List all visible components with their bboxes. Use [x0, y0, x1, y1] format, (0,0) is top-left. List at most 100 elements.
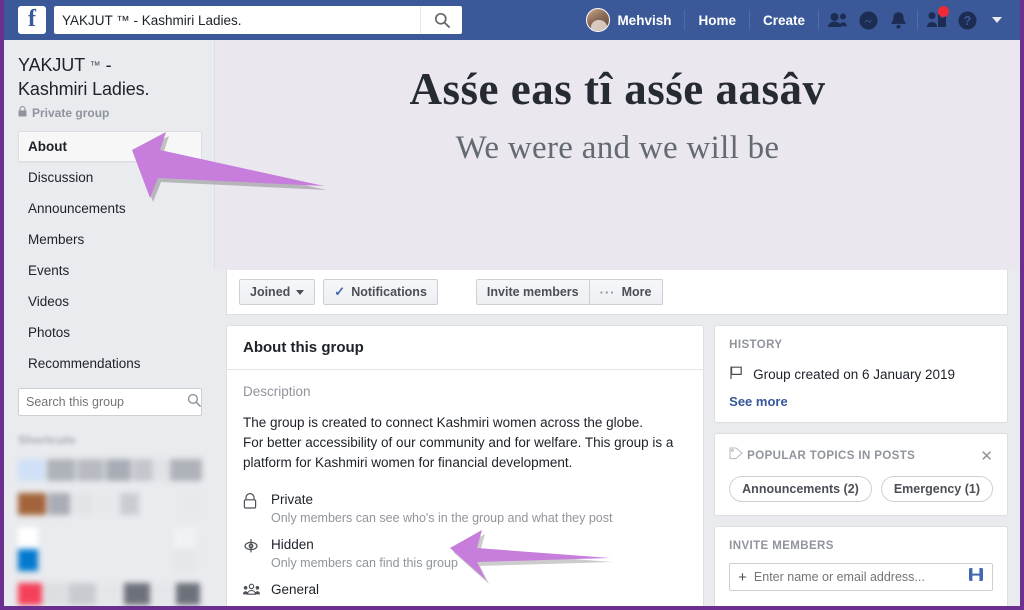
group-action-bar: Joined ✓ Notifications Invite members ··…	[226, 270, 1008, 315]
shortcuts-row	[18, 459, 202, 481]
profile-link[interactable]: Mehvish	[577, 6, 680, 34]
facebook-group-page: f Mehvish Home Create	[0, 0, 1024, 610]
search-icon[interactable]	[420, 6, 462, 34]
about-card-title: About this group	[227, 326, 704, 370]
group-created-row: Group created on 6 January 2019	[729, 365, 993, 383]
invite-members-label: Invite members	[486, 285, 579, 299]
see-more-link[interactable]: See more	[729, 394, 993, 409]
cover-subheadline: We were and we will be	[455, 130, 780, 166]
sidebar-item-photos[interactable]: Photos	[18, 317, 202, 348]
lock-icon	[18, 106, 27, 120]
description-label: Description	[243, 384, 311, 399]
trademark-symbol: ™	[89, 60, 101, 72]
topic-chip[interactable]: Emergency (1)	[880, 476, 993, 502]
close-icon[interactable]: ✕	[980, 449, 993, 464]
sidebar-item-about[interactable]: About	[18, 131, 202, 162]
avatar	[586, 8, 611, 32]
home-label: Home	[698, 12, 736, 28]
group-people-icon	[243, 581, 260, 601]
privacy-title: Private	[271, 492, 314, 507]
group-name-part1: YAKJUT	[18, 55, 85, 75]
sidebar-item-recommendations[interactable]: Recommendations	[18, 348, 202, 379]
invite-members-heading: INVITE MEMBERS	[729, 540, 834, 552]
sidebar-item-label: About	[28, 139, 67, 154]
history-heading: HISTORY	[729, 339, 783, 351]
sidebar-item-members[interactable]: Members	[18, 224, 202, 255]
topics-header-row: POPULAR TOPICS IN POSTS ✕	[729, 447, 993, 465]
lock-icon	[243, 491, 260, 527]
sidebar-item-videos[interactable]: Videos	[18, 286, 202, 317]
ellipsis-icon: ···	[599, 284, 616, 300]
contacts-import-icon[interactable]	[968, 567, 984, 587]
topic-chip[interactable]: Announcements (2)	[729, 476, 872, 502]
sidebar-item-label: Recommendations	[28, 356, 141, 371]
privacy-row-private: Private Only members can see who's in th…	[243, 491, 687, 527]
joined-label: Joined	[250, 285, 291, 299]
hidden-eye-icon	[243, 536, 260, 572]
left-sidebar: YAKJUT ™ - Kashmiri Ladies. Private grou…	[4, 40, 214, 606]
group-created-text: Group created on 6 January 2019	[753, 366, 956, 382]
shortcuts-heading: Shortcuts	[18, 433, 76, 447]
content-columns: About this group Description The group i…	[214, 315, 1020, 606]
sidebar-item-events[interactable]: Events	[18, 255, 202, 286]
group-nav-list: About Discussion Announcements Members E…	[18, 131, 202, 379]
group-search-input[interactable]	[26, 395, 187, 409]
notifications-button[interactable]: ✓ Notifications	[323, 279, 438, 305]
joined-button[interactable]: Joined	[239, 279, 316, 305]
invite-members-button[interactable]: Invite members	[475, 279, 590, 305]
privacy-row-text: Private Only members can see who's in th…	[271, 491, 612, 527]
main-content: Asśe eas tî asśe aasâv We were and we wi…	[214, 40, 1020, 606]
home-link[interactable]: Home	[689, 6, 745, 34]
about-column: About this group Description The group i…	[226, 325, 705, 606]
divider	[684, 10, 686, 30]
privacy-subtitle: Only members can see who's in the group …	[271, 511, 613, 525]
more-button[interactable]: ··· More	[589, 279, 663, 305]
chevron-down-icon	[296, 289, 305, 295]
group-search-box[interactable]	[18, 388, 202, 416]
profile-name: Mehvish	[617, 12, 672, 28]
about-card-body: Description The group is created to conn…	[227, 370, 703, 606]
sidebar-item-label: Discussion	[28, 170, 94, 185]
facebook-logo[interactable]: f	[18, 6, 46, 34]
create-label: Create	[762, 12, 805, 28]
topics-heading: POPULAR TOPICS IN POSTS	[747, 450, 916, 462]
friends-icon[interactable]	[823, 6, 853, 34]
privacy-text: Private group	[32, 106, 110, 120]
global-search-box[interactable]	[54, 6, 462, 34]
top-navigation-bar: f Mehvish Home Create	[4, 0, 1020, 40]
topic-chips: Announcements (2) Emergency (1)	[729, 476, 993, 502]
help-icon[interactable]: ?	[952, 6, 982, 34]
search-input[interactable]	[54, 7, 420, 33]
privacy-row-general: General	[243, 581, 687, 601]
privacy-subtitle: Only members can find this group	[271, 556, 458, 570]
shortcuts-row	[18, 527, 202, 571]
group-title: YAKJUT ™ - Kashmiri Ladies.	[18, 54, 202, 101]
group-cover-photo[interactable]: Asśe eas tî asśe aasâv We were and we wi…	[214, 40, 1020, 270]
shortcuts-row	[18, 583, 202, 605]
sidebar-item-announcements[interactable]: Announcements	[18, 193, 202, 224]
sidebar-item-discussion[interactable]: Discussion	[18, 162, 202, 193]
divider	[818, 10, 819, 30]
right-column: HISTORY Group created on 6 January 2019 …	[714, 325, 1008, 606]
group-description: The group is created to connect Kashmiri…	[243, 415, 674, 470]
notifications-bell-icon[interactable]	[883, 6, 913, 34]
hide-link[interactable]: Hide	[965, 605, 993, 606]
popular-topics-card: POPULAR TOPICS IN POSTS ✕ Announcements …	[714, 433, 1008, 516]
group-privacy-label: Private group	[18, 106, 202, 120]
messenger-icon[interactable]	[853, 6, 883, 34]
search-icon[interactable]	[187, 393, 201, 412]
create-link[interactable]: Create	[754, 6, 814, 34]
svg-text:?: ?	[963, 14, 971, 28]
privacy-row-hidden: Hidden Only members can find this group	[243, 536, 687, 572]
top-nav-right-cluster: Mehvish Home Create ?	[577, 0, 1012, 40]
sidebar-item-label: Announcements	[28, 201, 126, 216]
suggested-members-row: SUGGESTED MEMBERS Hide	[729, 605, 993, 606]
sidebar-item-label: Members	[28, 232, 85, 247]
invite-members-input-wrap[interactable]: +	[729, 563, 993, 591]
account-chevron-icon[interactable]	[982, 6, 1012, 34]
pages-flag-icon[interactable]	[922, 6, 952, 34]
shortcuts-row	[18, 493, 202, 515]
sidebar-item-label: Videos	[28, 294, 70, 309]
invite-members-input[interactable]	[753, 570, 961, 584]
divider	[748, 10, 750, 30]
